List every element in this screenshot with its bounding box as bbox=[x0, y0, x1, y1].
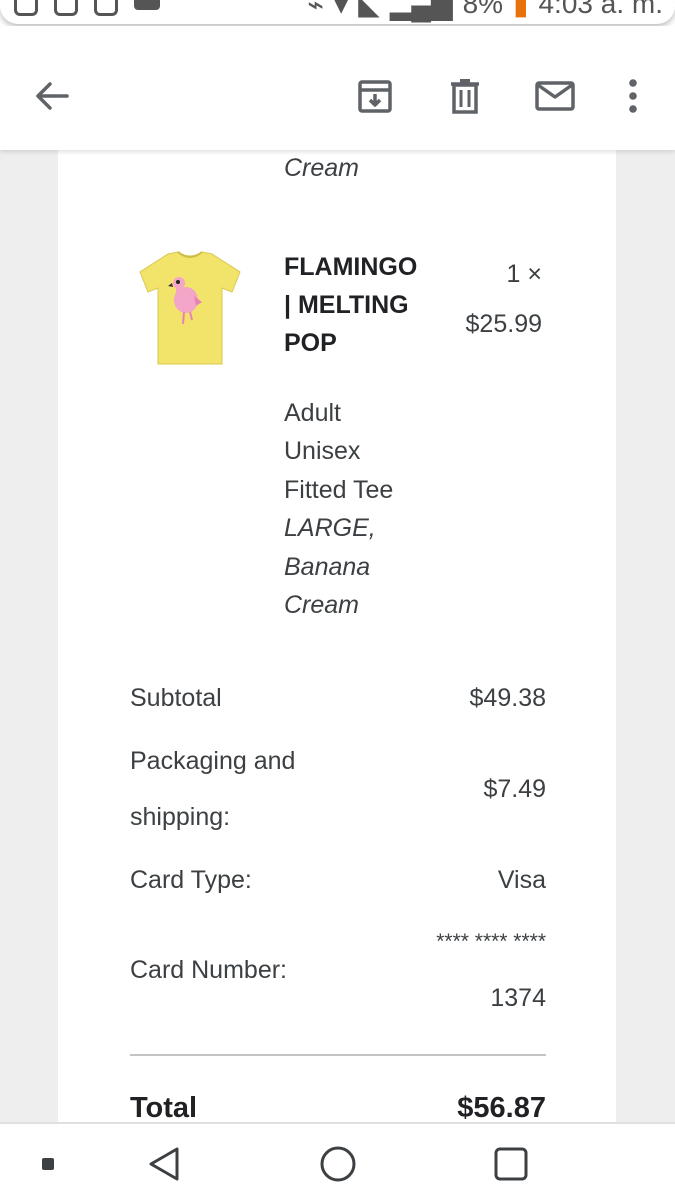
signal-icon: ▂▄▆ bbox=[389, 0, 453, 20]
instagram-notification-icon bbox=[54, 0, 78, 16]
card-number-last4: 1374 bbox=[490, 984, 546, 1012]
wifi-icon: ▾ bbox=[334, 0, 349, 20]
archive-icon bbox=[358, 80, 392, 113]
instagram-notification-icon bbox=[94, 0, 118, 16]
shipping-value: $7.49 bbox=[483, 775, 546, 803]
nav-back-button[interactable] bbox=[142, 1142, 186, 1186]
item-type-line: Fitted Tee bbox=[284, 476, 394, 504]
status-bar: ⌁ ▾ ◣ ▂▄▆ 8% ▮ 4:03 a. m. bbox=[0, 0, 675, 26]
email-body: Cream FLAMINGO | MELTING POP 1 × $25.99 … bbox=[0, 150, 675, 1122]
recents-square-button[interactable] bbox=[26, 1142, 70, 1186]
status-system-icons: ⌁ ▾ ◣ ▂▄▆ 8% ▮ 4:03 a. m. bbox=[307, 0, 663, 21]
email-app-bar bbox=[0, 26, 675, 150]
item-price: $25.99 bbox=[465, 310, 542, 338]
item-variant-line: LARGE, bbox=[284, 514, 376, 542]
item-variant-line: Cream bbox=[284, 591, 360, 619]
clock: 4:03 a. m. bbox=[538, 0, 663, 19]
more-options-button[interactable] bbox=[603, 66, 663, 126]
arrow-back-icon bbox=[36, 82, 69, 110]
instagram-notification-icon bbox=[14, 0, 38, 16]
item-title-line: POP bbox=[284, 329, 337, 357]
yellow-tshirt-flamingo-image bbox=[139, 251, 241, 365]
card-type-label: Card Type: bbox=[130, 866, 252, 894]
nav-home-button[interactable] bbox=[316, 1142, 360, 1186]
triangle-back-icon bbox=[149, 1147, 179, 1181]
item-title-line: | MELTING bbox=[284, 291, 409, 319]
nav-overview-button[interactable] bbox=[489, 1142, 533, 1186]
archive-button[interactable] bbox=[345, 66, 405, 126]
back-button[interactable] bbox=[22, 66, 82, 126]
battery-icon: ▮ bbox=[513, 0, 529, 20]
battery-percent: 8% bbox=[462, 0, 504, 19]
order-receipt-card: Cream FLAMINGO | MELTING POP 1 × $25.99 … bbox=[58, 150, 616, 1122]
mail-icon bbox=[535, 81, 575, 111]
status-notification-icons bbox=[14, 0, 160, 16]
item-type-line: Unisex bbox=[284, 437, 361, 465]
shipping-label-line: Packaging and bbox=[130, 747, 296, 775]
card-type-value: Visa bbox=[497, 866, 546, 894]
total-divider bbox=[130, 1054, 546, 1056]
shipping-label-line: shipping: bbox=[130, 803, 231, 831]
trash-icon bbox=[451, 79, 479, 114]
mark-unread-button[interactable] bbox=[525, 66, 585, 126]
mail-notification-icon bbox=[134, 0, 160, 10]
card-number-masked: **** **** **** bbox=[436, 930, 546, 953]
subtotal-label: Subtotal bbox=[130, 684, 222, 712]
bluetooth-icon: ⌁ bbox=[307, 0, 325, 20]
circle-home-icon bbox=[320, 1146, 356, 1182]
delete-button[interactable] bbox=[435, 66, 495, 126]
card-number-label: Card Number: bbox=[130, 956, 287, 984]
no-sim-icon: ◣ bbox=[358, 0, 380, 20]
system-nav-bar bbox=[0, 1122, 675, 1202]
square-overview-icon bbox=[494, 1147, 528, 1181]
item-variant-line: Banana bbox=[284, 553, 371, 581]
previous-item-variant: Cream bbox=[284, 154, 360, 182]
total-value: $56.87 bbox=[457, 1092, 546, 1122]
total-label: Total bbox=[130, 1092, 198, 1122]
item-title-line: FLAMINGO bbox=[284, 253, 418, 281]
more-vert-icon bbox=[629, 79, 637, 113]
subtotal-value: $49.38 bbox=[469, 684, 546, 712]
square-small-icon bbox=[42, 1158, 54, 1170]
item-type-line: Adult bbox=[284, 399, 341, 427]
item-quantity: 1 × bbox=[506, 260, 542, 288]
